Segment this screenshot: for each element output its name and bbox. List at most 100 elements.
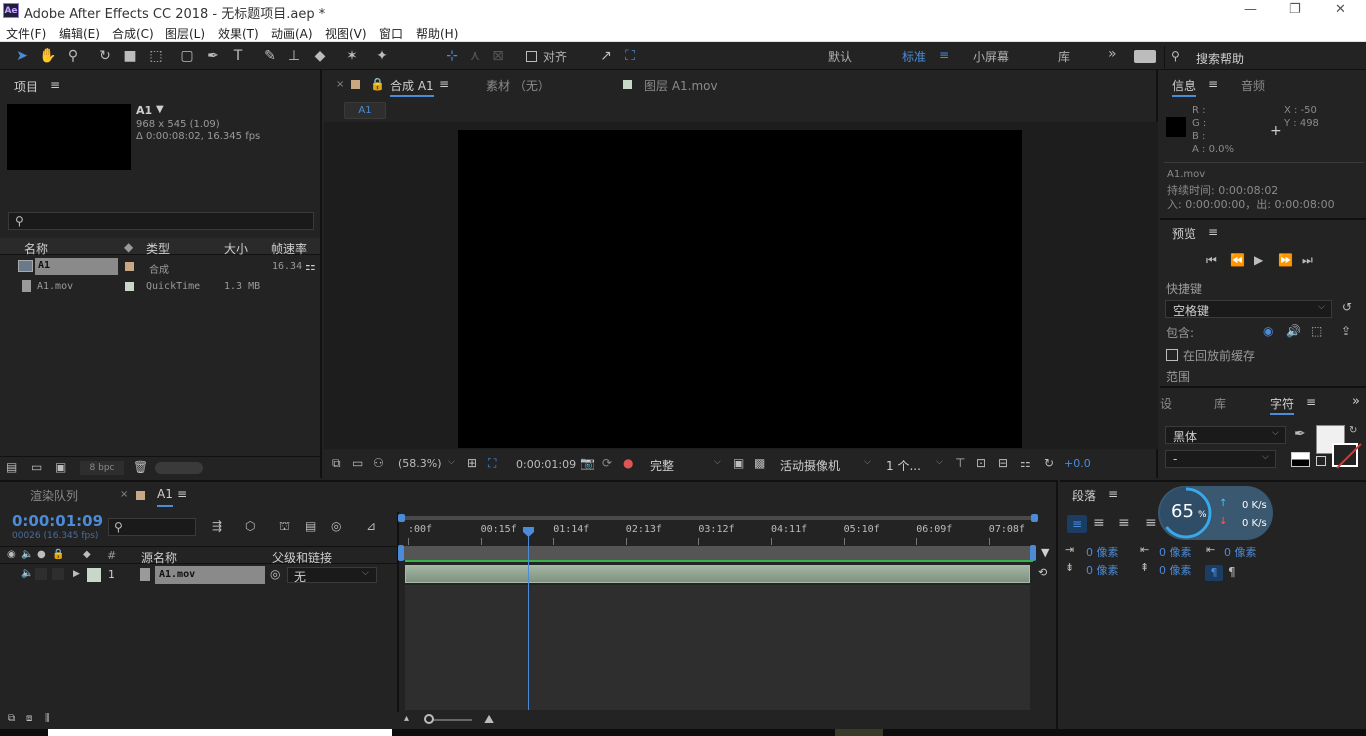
- menu-view[interactable]: 视图(V): [325, 25, 367, 42]
- draft-3d-icon[interactable]: ⬡: [245, 519, 255, 533]
- table-row[interactable]: 🔈 ▶ 1 A1.mov ◎ 无 ⌵: [0, 565, 397, 585]
- timeline-icon[interactable]: ⊟: [998, 456, 1008, 470]
- align-left-icon[interactable]: ≡: [1067, 515, 1087, 533]
- swap-colors-icon[interactable]: ↻: [1349, 425, 1357, 436]
- menu-effect[interactable]: 效果(T): [218, 25, 259, 42]
- tab-layer[interactable]: 图层 A1.mov: [644, 77, 718, 94]
- snap-target-icon[interactable]: ⛶: [620, 46, 640, 66]
- zoom-dropdown[interactable]: (58.3%): [398, 457, 442, 470]
- col-name[interactable]: 名称: [24, 240, 48, 257]
- views-dropdown[interactable]: 1 个...: [886, 457, 921, 474]
- menu-window[interactable]: 窗口: [379, 25, 403, 42]
- default-colors-icon[interactable]: [1291, 452, 1310, 467]
- menu-layer[interactable]: 图层(L): [165, 25, 205, 42]
- clone-stamp-tool-icon[interactable]: ⊥: [284, 46, 304, 66]
- audio-icon[interactable]: 🔈: [21, 549, 33, 560]
- camera-tool-icon[interactable]: ■: [120, 46, 140, 66]
- fast-preview-icon[interactable]: ⊡: [976, 456, 986, 470]
- include-video-icon[interactable]: ◉: [1263, 324, 1273, 338]
- space-before-value[interactable]: 0 像素: [1086, 562, 1119, 578]
- zoom-slider-thumb[interactable]: [424, 714, 434, 724]
- align-center-icon[interactable]: ≡: [1093, 515, 1105, 531]
- bpc-button[interactable]: 8 bpc: [80, 461, 124, 475]
- font-style-select[interactable]: - ⌵: [1165, 450, 1276, 468]
- tab-menu-icon[interactable]: ≡: [439, 77, 449, 91]
- col-fps[interactable]: 帧速率: [271, 240, 307, 257]
- fit-frame-icon[interactable]: ⊞: [467, 456, 477, 470]
- always-preview-icon[interactable]: ⧉: [332, 456, 341, 471]
- panel-overflow-icon[interactable]: »: [1352, 394, 1360, 409]
- first-frame-icon[interactable]: ⏮: [1206, 253, 1217, 268]
- label-color-swatch[interactable]: [87, 568, 101, 582]
- tab-character[interactable]: 字符: [1270, 395, 1295, 415]
- work-area-end-handle[interactable]: [1031, 514, 1038, 522]
- new-composition-icon[interactable]: ▣: [55, 460, 66, 474]
- align-right-icon[interactable]: ≡: [1118, 515, 1130, 531]
- font-select[interactable]: 黑体 ⌵: [1165, 426, 1286, 444]
- stroke-color-swatch[interactable]: [1332, 443, 1362, 469]
- pen-tool-icon[interactable]: ✒: [203, 46, 223, 66]
- indent-left-value[interactable]: 0 像素: [1086, 544, 1119, 560]
- ltr-direction-icon[interactable]: ¶: [1205, 565, 1223, 581]
- axis-local-icon[interactable]: ⊹: [442, 46, 462, 66]
- axis-view-icon[interactable]: ⊠: [488, 46, 508, 66]
- menu-help[interactable]: 帮助(H): [416, 25, 458, 42]
- solo-toggle[interactable]: [35, 568, 47, 580]
- interpret-footage-icon[interactable]: ▤: [6, 460, 17, 474]
- roto-brush-tool-icon[interactable]: ✶: [342, 46, 362, 66]
- brush-tool-icon[interactable]: ✎: [260, 46, 280, 66]
- layer-switches-icon[interactable]: ⧉: [8, 713, 15, 724]
- space-after-value[interactable]: 0 像素: [1159, 562, 1192, 578]
- composition-mini-flowchart-icon[interactable]: ⇶: [212, 519, 222, 533]
- playhead[interactable]: [523, 527, 534, 710]
- mask-visibility-icon[interactable]: ⚇: [373, 456, 384, 470]
- reset-exposure-icon[interactable]: ↻: [1044, 456, 1054, 470]
- next-frame-icon[interactable]: ⏩: [1278, 253, 1293, 267]
- resolution-dropdown[interactable]: 完整: [650, 457, 674, 474]
- rtl-direction-icon[interactable]: ¶: [1228, 565, 1236, 579]
- puppet-tool-icon[interactable]: ✦: [372, 46, 392, 66]
- hand-tool-icon[interactable]: ✋: [38, 46, 58, 66]
- col-type[interactable]: 类型: [146, 240, 170, 257]
- tab-timeline-comp[interactable]: A1: [157, 487, 173, 507]
- tab-settings[interactable]: 设: [1160, 395, 1172, 412]
- viewer-timecode[interactable]: 0:00:01:09: [516, 458, 576, 471]
- comp-start-marker[interactable]: [398, 545, 404, 561]
- sync-settings-icon[interactable]: [1134, 50, 1156, 63]
- include-audio-icon[interactable]: 🔊: [1286, 324, 1301, 338]
- toggle-pixel-aspect-icon[interactable]: ⊤: [955, 456, 965, 470]
- exposure-value[interactable]: +0.0: [1064, 457, 1091, 470]
- align-checkbox[interactable]: [526, 51, 537, 62]
- menu-animation[interactable]: 动画(A): [271, 25, 313, 42]
- tab-footage[interactable]: 素材 （无）: [486, 77, 550, 94]
- table-row[interactable]: A1 合成 16.34 ⚏: [0, 257, 320, 276]
- in-out-icon[interactable]: ⫼: [45, 713, 50, 724]
- menu-file[interactable]: 文件(F): [6, 25, 46, 42]
- justify-icon[interactable]: ≡: [1145, 515, 1157, 531]
- pan-behind-tool-icon[interactable]: ⬚: [146, 46, 166, 66]
- selection-tool-icon[interactable]: ➤: [12, 46, 32, 66]
- include-export-icon[interactable]: ⇪: [1341, 324, 1351, 338]
- col-size[interactable]: 大小: [224, 240, 248, 257]
- show-snapshot-icon[interactable]: ⟳: [602, 456, 612, 470]
- menu-composition[interactable]: 合成(C): [112, 25, 154, 42]
- help-search[interactable]: ⚲ 搜索帮助: [1164, 46, 1366, 68]
- cache-checkbox[interactable]: [1166, 349, 1178, 361]
- layer-bar[interactable]: [405, 565, 1030, 583]
- axis-world-icon[interactable]: ⋏: [465, 46, 485, 66]
- graph-editor-icon[interactable]: ⊿: [366, 519, 376, 533]
- new-folder-icon[interactable]: ▭: [31, 460, 42, 474]
- pickwhip-icon[interactable]: ◎: [270, 567, 280, 581]
- last-frame-icon[interactable]: ⏭: [1302, 253, 1313, 268]
- snapshot-icon[interactable]: 📷: [580, 456, 595, 470]
- audio-icon[interactable]: 🔈: [21, 568, 33, 579]
- timeline-menu-icon[interactable]: ≡: [177, 487, 187, 501]
- transfer-controls-icon[interactable]: ⧈: [26, 713, 32, 724]
- label-color-swatch[interactable]: [125, 262, 134, 271]
- label-color-swatch[interactable]: [125, 282, 134, 291]
- rectangle-tool-icon[interactable]: ▢: [177, 46, 197, 66]
- eye-icon[interactable]: ◉: [7, 549, 16, 560]
- workspace-default[interactable]: 默认: [828, 48, 852, 65]
- workspace-small-screen[interactable]: 小屏幕: [973, 48, 1009, 65]
- trash-icon[interactable]: 🗑: [133, 460, 148, 474]
